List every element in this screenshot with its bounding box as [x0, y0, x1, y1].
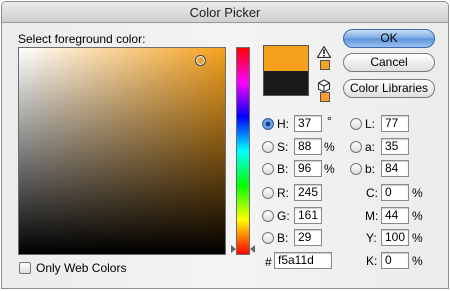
- cyan-unit: %: [412, 186, 423, 200]
- saturation-label: S:: [277, 140, 289, 154]
- blue-field[interactable]: 29: [294, 229, 322, 246]
- brightness-radio[interactable]: [262, 163, 274, 175]
- lightness-radio[interactable]: [350, 118, 362, 130]
- lightness-field[interactable]: 77: [381, 115, 409, 132]
- a-channel-field[interactable]: 35: [381, 138, 409, 155]
- web-safe-cube-icon[interactable]: [317, 79, 331, 93]
- select-foreground-label: Select foreground color:: [18, 32, 146, 46]
- b-channel-radio[interactable]: [350, 163, 362, 175]
- hue-radio[interactable]: [262, 118, 274, 130]
- dialog-content: Select foreground color: OK Cancel Color…: [2, 24, 448, 288]
- yellow-label: Y:: [366, 231, 377, 245]
- magenta-field[interactable]: 44: [381, 207, 409, 224]
- color-field[interactable]: [18, 47, 226, 255]
- only-web-colors-label: Only Web Colors: [36, 261, 127, 275]
- black-field[interactable]: 0: [381, 252, 409, 269]
- green-radio[interactable]: [262, 210, 274, 222]
- color-picker-window: Color Picker Select foreground color: OK: [1, 1, 449, 289]
- b-channel-field[interactable]: 84: [381, 160, 409, 177]
- cancel-button[interactable]: Cancel: [343, 53, 435, 72]
- hue-slider-right-handle[interactable]: [250, 245, 255, 253]
- color-field-marker[interactable]: [195, 55, 206, 66]
- b-channel-label: b:: [365, 162, 376, 176]
- a-channel-label: a:: [365, 140, 376, 154]
- only-web-colors-checkbox[interactable]: [19, 262, 31, 274]
- cyan-label: C:: [366, 186, 378, 200]
- black-unit: %: [412, 254, 423, 268]
- red-label: R:: [277, 186, 289, 200]
- hue-bar[interactable]: [236, 47, 250, 255]
- magenta-unit: %: [412, 209, 423, 223]
- hue-label: H:: [277, 117, 289, 131]
- ok-button[interactable]: OK: [343, 29, 435, 48]
- color-libraries-button[interactable]: Color Libraries: [343, 79, 435, 98]
- gamut-warning-icon[interactable]: [317, 46, 331, 58]
- green-label: G:: [277, 209, 290, 223]
- magenta-label: M:: [365, 209, 379, 223]
- blue-label: B:: [277, 231, 289, 245]
- black-label: K:: [366, 254, 378, 268]
- window-title: Color Picker: [2, 2, 448, 23]
- hex-field[interactable]: f5a11d: [274, 252, 332, 269]
- lightness-label: L:: [365, 117, 376, 131]
- saturation-brightness-gradient[interactable]: [19, 48, 225, 254]
- hue-slider[interactable]: [231, 47, 255, 255]
- saturation-field[interactable]: 88: [294, 138, 322, 155]
- green-field[interactable]: 161: [294, 207, 322, 224]
- new-color-swatch: [263, 45, 309, 71]
- brightness-unit: %: [324, 162, 335, 176]
- yellow-unit: %: [412, 231, 423, 245]
- red-field[interactable]: 245: [294, 184, 322, 201]
- brightness-field[interactable]: 96: [294, 160, 322, 177]
- gamut-warning-swatch[interactable]: [320, 60, 330, 70]
- hex-label: #: [265, 255, 272, 269]
- hue-unit: °: [327, 114, 332, 128]
- blue-radio[interactable]: [262, 232, 274, 244]
- saturation-unit: %: [324, 140, 335, 154]
- a-channel-radio[interactable]: [350, 141, 362, 153]
- hue-slider-left-handle[interactable]: [231, 245, 236, 253]
- cyan-field[interactable]: 0: [381, 184, 409, 201]
- web-safe-swatch[interactable]: [320, 92, 330, 102]
- yellow-field[interactable]: 100: [381, 229, 409, 246]
- hue-field[interactable]: 37: [294, 115, 322, 132]
- brightness-label: B:: [277, 162, 289, 176]
- red-radio[interactable]: [262, 187, 274, 199]
- current-color-swatch[interactable]: [263, 71, 309, 96]
- saturation-radio[interactable]: [262, 141, 274, 153]
